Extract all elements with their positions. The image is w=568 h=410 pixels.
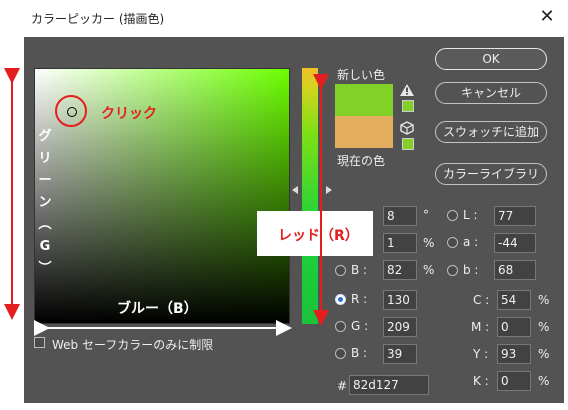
lab-l-radio[interactable] [447,210,458,221]
black-input[interactable]: 0 [497,371,531,391]
click-annotation: クリック [101,106,157,122]
green-char-7: ︶ [38,261,52,276]
web-safe-checkbox[interactable] [34,337,45,348]
green-label: G : [351,319,369,333]
hue-unit: ° [423,208,429,222]
green-radio[interactable] [335,321,346,332]
hue-input[interactable]: 8 [383,206,417,226]
hex-input[interactable]: 82d127 [349,375,429,395]
lab-b-radio[interactable] [447,265,458,276]
lab-a-input[interactable]: -44 [494,233,536,253]
magenta-label: M : [471,320,490,334]
lab-a-radio[interactable] [447,237,458,248]
lab-b-input[interactable]: 68 [494,260,536,280]
current-color-swatch[interactable] [335,116,393,148]
cyan-input[interactable]: 54 [497,290,531,310]
green-char-5: ︵ [38,217,52,232]
red-axis-annotation: レッド（R） [278,228,359,244]
cyan-unit: % [538,293,550,307]
red-label: R : [351,292,368,306]
lab-l-label: L : [463,208,478,222]
web-safe-swatch[interactable] [402,138,414,150]
cancel-button[interactable]: キャンセル [435,82,547,104]
blue-input[interactable]: 39 [383,344,417,364]
yellow-unit: % [538,347,550,361]
magenta-unit: % [538,320,550,334]
green-char-4: ン [38,195,52,210]
cyan-label: C : [473,293,490,307]
magenta-input[interactable]: 0 [497,317,531,337]
brightness-radio[interactable] [335,265,346,276]
warning-triangle-icon[interactable] [400,84,414,96]
ok-button[interactable]: OK [435,48,547,70]
blue-axis-annotation: ブルー（B） [117,301,198,317]
close-icon[interactable]: ✕ [538,8,556,26]
new-color-label: 新しい色 [337,68,386,82]
title-bar: カラーピッカー (描画色) ✕ [0,0,568,36]
brightness-label: B : [351,263,368,277]
saturation-input[interactable]: 1 [383,233,417,253]
hue-slider-left-handle[interactable] [292,186,298,194]
green-axis-annotation: グ リ ー ン ︵ G ︶ [35,126,55,280]
red-input[interactable]: 130 [383,290,417,310]
window-title: カラーピッカー (描画色) [31,12,165,26]
black-label: K : [473,374,489,388]
green-char-1: グ [38,129,52,144]
current-color-label: 現在の色 [337,154,386,168]
brightness-unit: % [423,263,435,277]
blue-radio[interactable] [335,348,346,359]
color-libraries-button[interactable]: カラーライブラリ [435,163,547,185]
gamut-swatch[interactable] [402,100,414,112]
add-to-swatches-button[interactable]: スウォッチに追加 [435,121,547,143]
red-radio[interactable] [335,294,346,305]
web-safe-label: Web セーフカラーのみに制限 [52,338,214,352]
yellow-label: Y : [473,347,489,361]
green-char-3: ー [38,173,52,188]
lab-b-label: b : [463,263,479,277]
hex-label: # [337,379,348,393]
black-unit: % [538,374,550,388]
yellow-input[interactable]: 93 [497,344,531,364]
green-input[interactable]: 209 [383,317,417,337]
green-char-2: リ [38,151,52,166]
web-cube-icon[interactable] [400,121,414,135]
brightness-input[interactable]: 82 [383,260,417,280]
new-color-swatch [335,84,393,116]
lab-l-input[interactable]: 77 [494,206,536,226]
blue-label: B : [351,346,368,360]
click-highlight-circle [55,95,87,127]
hue-slider-right-handle[interactable] [326,186,332,194]
hue-slider[interactable] [302,68,318,324]
green-char-6: G [39,239,51,254]
lab-a-label: a : [463,235,479,249]
saturation-unit: % [423,236,435,250]
